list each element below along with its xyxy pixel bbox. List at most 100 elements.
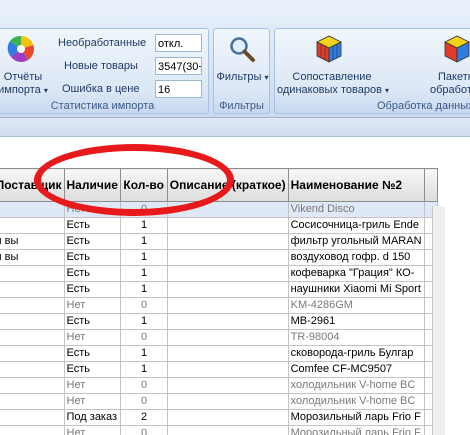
cell-description[interactable] [166, 393, 289, 410]
cell-description[interactable] [166, 361, 289, 378]
cell-availability[interactable]: Есть [63, 265, 122, 282]
cell-description[interactable] [166, 345, 289, 362]
cell-name2[interactable]: сковорода-гриль Булгар [287, 345, 425, 362]
cell-description[interactable] [166, 233, 289, 250]
cell-qty[interactable]: 1 [120, 265, 168, 282]
table-row[interactable]: Нет 0 KM-4286GM [0, 297, 439, 314]
table-row[interactable]: Нет 0 холодильник V-home BC [0, 377, 439, 394]
new-items-field[interactable]: 3547(30+ [155, 57, 202, 75]
cell-description[interactable] [166, 425, 289, 435]
cell-name2[interactable]: Морозильный ларь Frio F [287, 425, 425, 435]
cell-supplier[interactable] [0, 329, 65, 346]
table-row[interactable]: Нет 0 Морозильный ларь Frio F [0, 425, 439, 435]
cell-supplier[interactable] [0, 313, 65, 330]
table-row[interactable]: Нет 0 TR-98004 [0, 329, 439, 346]
cell-availability[interactable]: Есть [63, 249, 122, 266]
cell-supplier[interactable] [0, 425, 65, 435]
cell-name2[interactable]: холодильник V-home BC [287, 393, 425, 410]
cell-description[interactable] [166, 217, 289, 234]
cell-availability[interactable]: Есть [63, 233, 122, 250]
cell-supplier[interactable]: я вы [0, 249, 65, 266]
cell-name2[interactable]: MB-2961 [287, 313, 425, 330]
cell-description[interactable] [166, 313, 289, 330]
cell-qty[interactable]: 1 [120, 233, 168, 250]
cell-availability[interactable]: Нет [63, 377, 122, 394]
cell-name2[interactable]: TR-98004 [287, 329, 425, 346]
cell-supplier[interactable] [0, 377, 65, 394]
cell-supplier[interactable] [0, 361, 65, 378]
cell-supplier[interactable] [0, 297, 65, 314]
cell-availability[interactable]: Есть [63, 361, 122, 378]
cell-name2[interactable]: воздуховод гофр. d 150 [287, 249, 425, 266]
cell-availability[interactable]: Нет [63, 297, 122, 314]
cell-qty[interactable]: 0 [120, 297, 168, 314]
cell-description[interactable] [166, 249, 289, 266]
cell-availability[interactable]: Под заказ [63, 409, 122, 426]
cell-description[interactable] [166, 409, 289, 426]
cell-name2[interactable]: холодильник V-home BC [287, 377, 425, 394]
cell-qty[interactable]: 1 [120, 281, 168, 298]
cell-name2[interactable]: наушники Xiaomi Mi Sport [287, 281, 425, 298]
table-row[interactable]: Есть 1 Сосисочница-гриль Ende [0, 217, 439, 234]
cell-supplier[interactable] [0, 409, 65, 426]
column-header-name2[interactable]: Наименование №2 [287, 168, 425, 202]
cell-description[interactable] [166, 377, 289, 394]
cell-supplier[interactable] [0, 201, 65, 218]
cell-description[interactable] [166, 281, 289, 298]
chevron-down-icon: ▾ [264, 73, 269, 82]
cell-name2[interactable]: фильтр угольный MARAN [287, 233, 425, 250]
filters-button[interactable]: Фильтры ▾ [214, 71, 271, 84]
cell-supplier[interactable] [0, 393, 65, 410]
cell-availability[interactable]: Нет [63, 329, 122, 346]
table-row[interactable]: Есть 1 MB-2961 [0, 313, 439, 330]
price-error-field[interactable]: 16 [155, 80, 202, 98]
compare-items-button[interactable]: Сопоставление одинаковых товаров ▾ [277, 71, 389, 97]
cell-qty[interactable]: 1 [120, 361, 168, 378]
cell-name2[interactable]: Vikend Disco [287, 201, 425, 218]
cell-availability[interactable]: Нет [63, 425, 122, 435]
cell-qty[interactable]: 1 [120, 345, 168, 362]
cell-qty[interactable]: 1 [120, 217, 168, 234]
cell-qty[interactable]: 2 [120, 409, 168, 426]
cell-availability[interactable]: Есть [63, 313, 122, 330]
table-row[interactable]: Есть 1 Comfee CF-MC9507 [0, 361, 439, 378]
table-row[interactable]: Есть 1 наушники Xiaomi Mi Sport [0, 281, 439, 298]
table-row[interactable]: Под заказ 2 Морозильный ларь Frio F [0, 409, 439, 426]
cell-supplier[interactable] [0, 345, 65, 362]
cell-supplier[interactable] [0, 281, 65, 298]
cell-qty[interactable]: 0 [120, 393, 168, 410]
cell-qty[interactable]: 0 [120, 329, 168, 346]
cell-supplier[interactable]: я вы [0, 233, 65, 250]
cell-description[interactable] [166, 329, 289, 346]
cell-qty[interactable]: 0 [120, 425, 168, 435]
table-row[interactable]: Есть 1 сковорода-гриль Булгар [0, 345, 439, 362]
compare-items-label-2: одинаковых товаров [277, 84, 382, 96]
cell-supplier[interactable] [0, 217, 65, 234]
cell-name2[interactable]: Морозильный ларь Frio F [287, 409, 425, 426]
batch-processing-label-1: Пакетн [438, 71, 470, 83]
cell-qty[interactable]: 1 [120, 313, 168, 330]
cell-qty[interactable]: 0 [120, 377, 168, 394]
cell-name2[interactable]: Сосисочница-гриль Ende [287, 217, 425, 234]
cell-availability[interactable]: Есть [63, 217, 122, 234]
vertical-scrollbar[interactable] [432, 206, 445, 435]
table-row[interactable]: Есть 1 кофеварка "Грация" КО- [0, 265, 439, 282]
cell-description[interactable] [166, 265, 289, 282]
cell-availability[interactable]: Есть [63, 281, 122, 298]
cell-description[interactable] [166, 297, 289, 314]
cell-name2[interactable]: Comfee CF-MC9507 [287, 361, 425, 378]
cell-qty[interactable]: 1 [120, 249, 168, 266]
table-row[interactable]: я выЕсть1 воздуховод гофр. d 150 [0, 249, 439, 266]
cell-availability[interactable]: Нет [63, 393, 122, 410]
rubik-cube-icon-2 [443, 35, 470, 66]
table-row[interactable]: Нет 0 холодильник V-home BC [0, 393, 439, 410]
unprocessed-label: Необработанные [58, 37, 147, 49]
import-reports-button[interactable]: Отчёты импорта ▾ [0, 71, 49, 97]
batch-processing-button[interactable]: Пакетн обработка д [430, 71, 470, 97]
table-row[interactable]: я выЕсть1 фильтр угольный MARAN [0, 233, 439, 250]
cell-name2[interactable]: KM-4286GM [287, 297, 425, 314]
cell-supplier[interactable] [0, 265, 65, 282]
cell-availability[interactable]: Есть [63, 345, 122, 362]
unprocessed-field[interactable]: откл. [155, 34, 202, 52]
cell-name2[interactable]: кофеварка "Грация" КО- [287, 265, 425, 282]
